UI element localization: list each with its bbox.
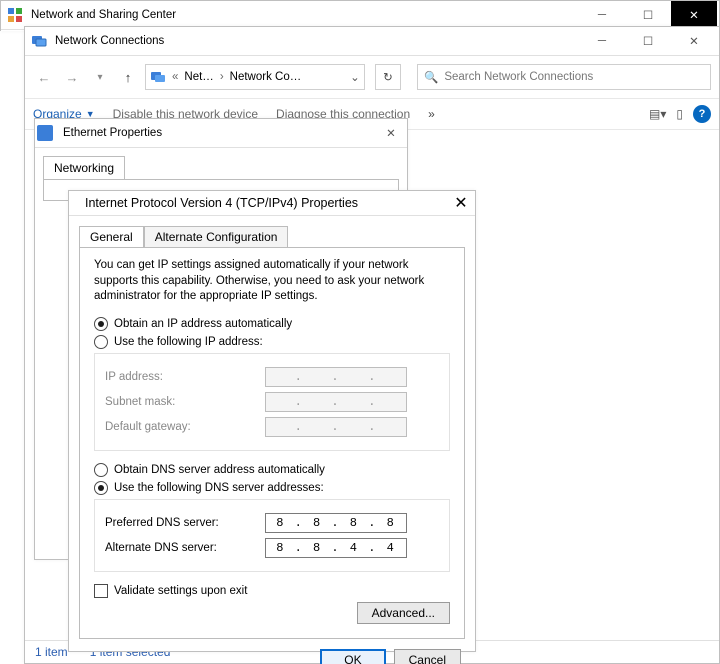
titlebar: Internet Protocol Version 4 (TCP/IPv4) P… xyxy=(69,191,475,216)
radio-ip-manual[interactable]: Use the following IP address: xyxy=(94,335,450,349)
tab-strip: GeneralAlternate Configuration xyxy=(69,216,475,247)
dialog-buttons: OK Cancel xyxy=(69,649,475,664)
preview-pane-button[interactable]: ▯ xyxy=(676,107,683,121)
preferred-dns-input[interactable]: 8 . 8 . 8 . 8 xyxy=(265,513,407,533)
alternate-dns-input[interactable]: 8 . 8 . 4 . 4 xyxy=(265,538,407,558)
subnet-mask-label: Subnet mask: xyxy=(105,396,265,408)
breadcrumb-segment[interactable]: Net… xyxy=(180,71,217,83)
default-gateway-input: . . . xyxy=(265,417,407,437)
close-button[interactable]: ✕ xyxy=(671,1,717,29)
chevron-right-icon: › xyxy=(218,71,226,83)
search-input[interactable]: 🔍 Search Network Connections xyxy=(417,64,711,90)
dns-fields: Preferred DNS server:8 . 8 . 8 . 8 Alter… xyxy=(94,499,450,572)
folder-icon xyxy=(150,69,166,85)
overflow-button[interactable]: » xyxy=(428,107,435,121)
ip-address-input: . . . xyxy=(265,367,407,387)
radio-icon xyxy=(94,317,108,331)
ip-address-label: IP address: xyxy=(105,371,265,383)
ethernet-icon xyxy=(37,125,53,141)
minimize-button[interactable]: ─ xyxy=(579,27,625,55)
path-overflow[interactable]: « xyxy=(170,71,180,83)
status-item-count: 1 item xyxy=(35,645,68,659)
forward-button[interactable]: → xyxy=(61,66,83,88)
path-field[interactable]: « Net… › Network Co… ⌄ xyxy=(145,64,365,90)
search-placeholder: Search Network Connections xyxy=(444,71,593,83)
titlebar: Ethernet Properties ✕ xyxy=(35,119,407,148)
maximize-button[interactable]: ☐ xyxy=(625,27,671,55)
up-button[interactable]: ↑ xyxy=(117,66,139,88)
ok-button[interactable]: OK xyxy=(320,649,385,664)
close-button[interactable]: ✕ xyxy=(671,27,717,55)
radio-icon xyxy=(94,463,108,477)
tab-panel-general: You can get IP settings assigned automat… xyxy=(79,247,465,639)
tab-networking[interactable]: Networking xyxy=(43,156,125,179)
maximize-button[interactable]: ☐ xyxy=(625,1,671,29)
preferred-dns-label: Preferred DNS server: xyxy=(105,517,265,529)
titlebar: Network Connections ─ ☐ ✕ xyxy=(25,27,719,56)
close-button[interactable]: ✕ xyxy=(449,191,473,215)
recent-dropdown[interactable]: ▾ xyxy=(89,66,111,88)
back-button[interactable]: ← xyxy=(33,66,55,88)
subnet-mask-input: . . . xyxy=(265,392,407,412)
control-panel-icon xyxy=(7,7,23,23)
breadcrumb-segment[interactable]: Network Co… xyxy=(226,71,306,83)
cancel-button[interactable]: Cancel xyxy=(394,649,461,664)
view-options-button[interactable]: ▤▾ xyxy=(649,107,666,121)
path-dropdown[interactable]: ⌄ xyxy=(346,70,364,84)
validate-checkbox[interactable]: Validate settings upon exit xyxy=(94,584,450,598)
window-title: Ethernet Properties xyxy=(59,127,377,139)
alternate-dns-label: Alternate DNS server: xyxy=(105,542,265,554)
window-title: Network Connections xyxy=(51,35,579,47)
close-button[interactable]: ✕ xyxy=(377,119,405,147)
radio-icon xyxy=(94,335,108,349)
tab-strip: Networking xyxy=(35,148,407,179)
radio-icon xyxy=(94,481,108,495)
window-title: Network and Sharing Center xyxy=(27,9,579,21)
radio-dns-auto[interactable]: Obtain DNS server address automatically xyxy=(94,463,450,477)
description-text: You can get IP settings assigned automat… xyxy=(94,258,450,305)
default-gateway-label: Default gateway: xyxy=(105,421,265,433)
tab-alternate-configuration[interactable]: Alternate Configuration xyxy=(144,226,289,247)
radio-dns-manual[interactable]: Use the following DNS server addresses: xyxy=(94,481,450,495)
minimize-button[interactable]: ─ xyxy=(579,1,625,29)
tab-general[interactable]: General xyxy=(79,226,144,247)
advanced-button[interactable]: Advanced... xyxy=(357,602,450,624)
ip-fields: IP address:. . . Subnet mask:. . . Defau… xyxy=(94,353,450,451)
search-icon: 🔍 xyxy=(424,70,438,84)
checkbox-icon xyxy=(94,584,108,598)
help-button[interactable]: ? xyxy=(693,105,711,123)
address-bar: ← → ▾ ↑ « Net… › Network Co… ⌄ ↻ 🔍 Searc… xyxy=(25,56,719,98)
dialog-title: Internet Protocol Version 4 (TCP/IPv4) P… xyxy=(81,196,449,210)
dialog-ipv4-properties: Internet Protocol Version 4 (TCP/IPv4) P… xyxy=(68,190,476,652)
network-connections-icon xyxy=(31,33,47,49)
radio-ip-auto[interactable]: Obtain an IP address automatically xyxy=(94,317,450,331)
refresh-button[interactable]: ↻ xyxy=(375,64,401,90)
